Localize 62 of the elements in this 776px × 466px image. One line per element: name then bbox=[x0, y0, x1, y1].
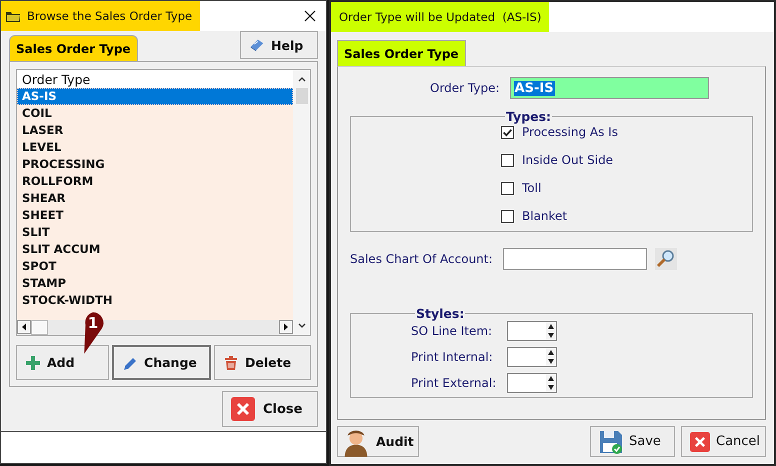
field-label: SO Line Item: bbox=[411, 324, 494, 338]
checkbox[interactable] bbox=[501, 210, 514, 222]
list-item[interactable]: COIL bbox=[17, 105, 293, 122]
checkbox-label: Toll bbox=[522, 181, 542, 195]
close-button[interactable]: Close bbox=[222, 391, 318, 427]
close-icon[interactable] bbox=[304, 10, 316, 22]
plus-icon bbox=[25, 354, 41, 370]
field-label: Order Type: bbox=[430, 81, 500, 95]
field-label: Sales Chart Of Account: bbox=[350, 252, 493, 266]
checkbox[interactable] bbox=[501, 182, 514, 194]
cancel-button[interactable]: Cancel bbox=[681, 426, 766, 457]
help-button[interactable]: Help bbox=[240, 31, 318, 59]
scroll-right-icon[interactable] bbox=[279, 320, 293, 334]
tab[interactable]: Sales Order Type bbox=[337, 40, 466, 66]
scroll-left-icon[interactable] bbox=[17, 320, 31, 334]
checkbox-label: Processing As Is bbox=[522, 125, 618, 139]
window-title: Order Type will be Updated (AS-IS) bbox=[339, 10, 542, 24]
list-item[interactable]: STOCK-WIDTH bbox=[17, 292, 293, 309]
list-item[interactable]: PROCESSING bbox=[17, 156, 293, 173]
book-icon bbox=[249, 37, 265, 53]
group-title: Types: bbox=[505, 109, 552, 124]
window-title: Browse the Sales Order Type bbox=[27, 9, 192, 23]
field-label: Print External: bbox=[411, 376, 498, 390]
spin-field[interactable] bbox=[507, 321, 557, 341]
action-button[interactable]: Delete bbox=[214, 345, 311, 380]
group-title: Styles: bbox=[415, 306, 466, 321]
account-field[interactable] bbox=[502, 248, 647, 270]
folder-icon bbox=[5, 9, 21, 23]
save-button[interactable]: Save bbox=[590, 426, 675, 457]
list-item[interactable]: LASER bbox=[17, 122, 293, 139]
order-type-field[interactable]: AS-IS bbox=[510, 77, 709, 99]
audit-button[interactable]: Audit bbox=[337, 426, 419, 457]
list-item[interactable]: SHEAR bbox=[17, 190, 293, 207]
scroll-down-icon[interactable] bbox=[296, 322, 306, 330]
checkbox[interactable] bbox=[501, 154, 514, 166]
list-item[interactable]: STAMP bbox=[17, 275, 293, 292]
checkbox-label: Blanket bbox=[522, 209, 568, 223]
spin-field[interactable] bbox=[507, 373, 557, 393]
scrollbar-thumb[interactable] bbox=[296, 88, 308, 104]
search-icon[interactable] bbox=[654, 248, 677, 270]
action-button[interactable]: Change bbox=[112, 345, 212, 380]
list-item[interactable]: AS-IS bbox=[17, 88, 293, 105]
checkbox[interactable] bbox=[501, 126, 514, 138]
spin-field[interactable] bbox=[507, 347, 557, 367]
list-item[interactable]: SPOT bbox=[17, 258, 293, 275]
list-item[interactable]: SHEET bbox=[17, 207, 293, 224]
spin-arrows-icon[interactable] bbox=[546, 348, 556, 366]
close-icon bbox=[231, 397, 255, 421]
spin-arrows-icon[interactable] bbox=[546, 322, 556, 340]
tab[interactable]: Sales Order Type bbox=[9, 35, 138, 61]
scroll-up-icon[interactable] bbox=[296, 75, 306, 83]
action-button[interactable]: Add bbox=[16, 345, 110, 380]
trash-icon bbox=[223, 354, 240, 370]
checkbox-label: Inside Out Side bbox=[522, 153, 614, 167]
close-icon bbox=[690, 432, 710, 452]
scrollbar-thumb[interactable] bbox=[31, 320, 48, 335]
list-item[interactable]: SLIT ACCUM bbox=[17, 241, 293, 258]
list-item[interactable]: SLIT bbox=[17, 224, 293, 241]
list-item[interactable]: LEVEL bbox=[17, 139, 293, 156]
field-label: Print Internal: bbox=[411, 350, 494, 364]
spin-arrows-icon[interactable] bbox=[546, 374, 556, 392]
list-item[interactable]: ROLLFORM bbox=[17, 173, 293, 190]
